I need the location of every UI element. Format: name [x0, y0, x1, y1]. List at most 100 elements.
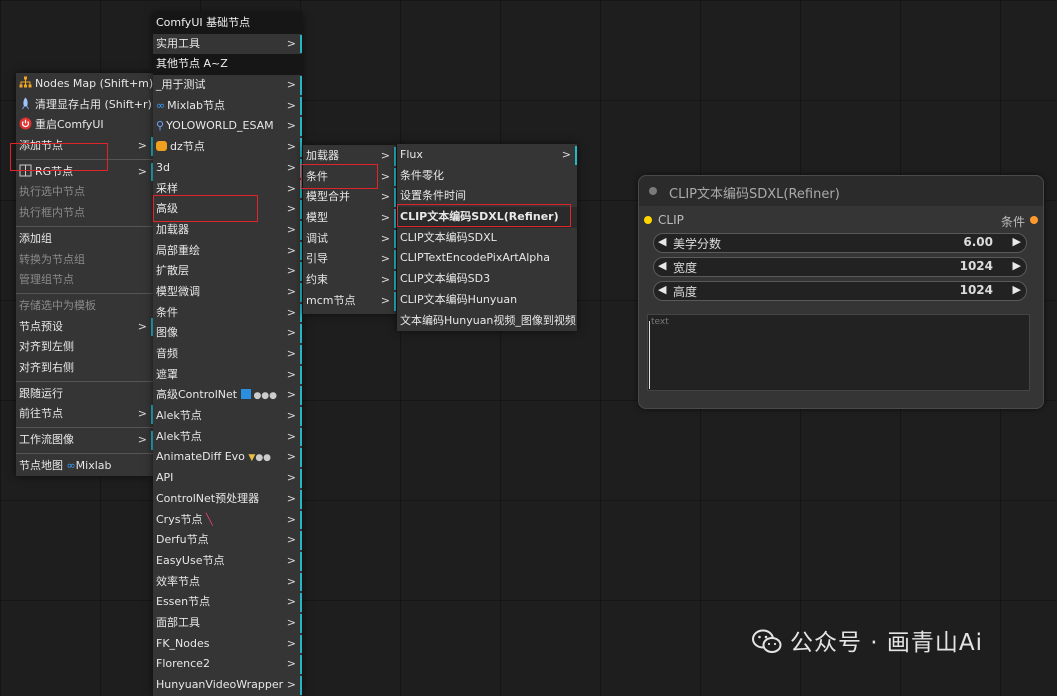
- nodes-map-item[interactable]: Nodes Map (Shift+m): [16, 74, 153, 95]
- height-widget[interactable]: ◀ 高度 1024 ▶: [653, 281, 1027, 301]
- category-item-3[interactable]: dz节点 >: [153, 137, 302, 158]
- category-item-10[interactable]: 模型微调 >: [153, 282, 302, 303]
- advanced-item-5[interactable]: 引导 >: [303, 249, 396, 270]
- align-right-label: 对齐到右侧: [19, 360, 74, 374]
- category-item-8[interactable]: 局部重绘 >: [153, 241, 302, 262]
- advanced-item-1[interactable]: 条件 >: [303, 167, 396, 188]
- conditioning-item-5[interactable]: CLIPTextEncodePixArtAlpha: [397, 248, 577, 269]
- category-item-4[interactable]: 3d >: [153, 158, 302, 179]
- category-item-18[interactable]: AnimateDiff Evo ▼●● >: [153, 447, 302, 468]
- conditioning-item-6[interactable]: CLIP文本编码SD3: [397, 269, 577, 290]
- category-item-0[interactable]: _用于测试 >: [153, 75, 302, 96]
- category-label: 高级ControlNet: [156, 388, 238, 402]
- decrement-arrow-icon[interactable]: ◀: [658, 235, 666, 248]
- increment-arrow-icon[interactable]: ▶: [1013, 235, 1021, 248]
- chevron-right-icon: >: [286, 533, 296, 547]
- goto-node-item[interactable]: 前往节点 >: [16, 404, 153, 425]
- category-item-21[interactable]: Crys节点 ╲ >: [153, 510, 302, 531]
- category-item-19[interactable]: API >: [153, 468, 302, 489]
- separator: [16, 427, 153, 428]
- advanced-item-2[interactable]: 模型合并 >: [303, 187, 396, 208]
- node-title-bar[interactable]: CLIP文本编码SDXL(Refiner): [639, 176, 1043, 206]
- increment-arrow-icon[interactable]: ▶: [1013, 259, 1021, 272]
- exec-in-frame-label: 执行框内节点: [19, 206, 85, 220]
- width-widget[interactable]: ◀ 宽度 1024 ▶: [653, 257, 1027, 277]
- conditioning-output-slot-icon[interactable]: [1030, 216, 1038, 224]
- rg-node-item[interactable]: RG节点 >: [16, 162, 153, 183]
- category-item-5[interactable]: 采样 >: [153, 179, 302, 200]
- conditioning-item-3[interactable]: CLIP文本编码SDXL(Refiner): [397, 207, 577, 228]
- exec-selected-item[interactable]: 执行选中节点: [16, 182, 153, 203]
- category-item-11[interactable]: 条件 >: [153, 303, 302, 324]
- chevron-right-icon: >: [380, 293, 390, 307]
- increment-arrow-icon[interactable]: ▶: [1013, 283, 1021, 296]
- conditioning-item-7[interactable]: CLIP文本编码Hunyuan: [397, 290, 577, 311]
- save-template-item[interactable]: 存储选中为模板: [16, 296, 153, 317]
- category-item-7[interactable]: 加载器 >: [153, 220, 302, 241]
- advanced-item-7[interactable]: mcm节点 >: [303, 291, 396, 312]
- convert-group-item[interactable]: 转换为节点组: [16, 250, 153, 271]
- category-list: _用于测试 > ∞ Mixlab节点 > ⚲ YOLOWORLD_ESAM > dz节点 >3d >…: [153, 75, 302, 696]
- category-item-29[interactable]: HunyuanVideoWrapper >: [153, 675, 302, 696]
- menu-item-tools[interactable]: 实用工具 >: [153, 34, 302, 55]
- category-item-17[interactable]: Alek节点 >: [153, 427, 302, 448]
- add-node-item[interactable]: 添加节点 >: [16, 136, 153, 157]
- category-item-1[interactable]: ∞ Mixlab节点 >: [153, 96, 302, 117]
- category-item-12[interactable]: 图像 >: [153, 323, 302, 344]
- exec-selected-label: 执行选中节点: [19, 185, 85, 199]
- align-left-item[interactable]: 对齐到左侧: [16, 337, 153, 358]
- category-item-2[interactable]: ⚲ YOLOWORLD_ESAM >: [153, 116, 302, 137]
- clip-text-encode-refiner-node[interactable]: CLIP文本编码SDXL(Refiner) CLIP 条件 ◀ 美学分数 6.0…: [638, 175, 1044, 409]
- manage-group-item[interactable]: 管理组节点: [16, 270, 153, 291]
- conditioning-item-2[interactable]: 设置条件时间: [397, 186, 577, 207]
- align-right-item[interactable]: 对齐到右侧: [16, 358, 153, 379]
- decrement-arrow-icon[interactable]: ◀: [658, 283, 666, 296]
- category-label: Alek节点: [156, 409, 202, 423]
- category-item-27[interactable]: FK_Nodes >: [153, 634, 302, 655]
- collapse-dot-icon[interactable]: [649, 187, 657, 195]
- restart-comfyui-item[interactable]: 重启ComfyUI: [16, 115, 153, 136]
- category-item-25[interactable]: Essen节点 >: [153, 592, 302, 613]
- category-item-22[interactable]: Derfu节点 >: [153, 530, 302, 551]
- add-group-item[interactable]: 添加组: [16, 229, 153, 250]
- category-item-20[interactable]: ControlNet预处理器 >: [153, 489, 302, 510]
- category-item-14[interactable]: 遮罩 >: [153, 365, 302, 386]
- node-map-mixlab-item[interactable]: 节点地图 ∞Mixlab: [16, 456, 153, 477]
- tools-label: 实用工具: [156, 36, 200, 50]
- advanced-item-3[interactable]: 模型 >: [303, 208, 396, 229]
- category-item-6[interactable]: 高级 >: [153, 199, 302, 220]
- category-item-28[interactable]: Florence2 >: [153, 654, 302, 675]
- advanced-item-4[interactable]: 调试 >: [303, 229, 396, 250]
- aesthetic-score-widget[interactable]: ◀ 美学分数 6.00 ▶: [653, 233, 1027, 253]
- node-category-menu: ComfyUI 基础节点 实用工具 > 其他节点 A~Z _用于测试 > ∞ Mixla…: [153, 13, 302, 696]
- watermark: 公众号 · 画青山Ai: [752, 623, 983, 657]
- category-item-9[interactable]: 扩散层 >: [153, 261, 302, 282]
- follow-run-item[interactable]: 跟随运行: [16, 384, 153, 405]
- category-item-26[interactable]: 面部工具 >: [153, 613, 302, 634]
- decrement-arrow-icon[interactable]: ◀: [658, 259, 666, 272]
- clear-vram-item[interactable]: 清理显存占用 (Shift+r): [16, 95, 153, 116]
- emoji-badges-icon: ●●: [255, 453, 272, 464]
- conditioning-item-0[interactable]: Flux >: [397, 145, 577, 166]
- workflow-image-item[interactable]: 工作流图像 >: [16, 430, 153, 451]
- node-preset-item[interactable]: 节点预设 >: [16, 317, 153, 338]
- exec-in-frame-item[interactable]: 执行框内节点: [16, 203, 153, 224]
- text-input[interactable]: text: [647, 314, 1030, 391]
- advanced-item-label: mcm节点: [306, 293, 356, 307]
- clip-input-slot-icon[interactable]: [644, 216, 652, 224]
- conditioning-item-1[interactable]: 条件零化: [397, 166, 577, 187]
- category-item-24[interactable]: 效率节点 >: [153, 572, 302, 593]
- category-label: 高级: [156, 202, 178, 216]
- category-item-23[interactable]: EasyUse节点 >: [153, 551, 302, 572]
- conditioning-item-8[interactable]: 文本编码Hunyuan视频_图像到视频: [397, 311, 577, 332]
- advanced-item-0[interactable]: 加载器 >: [303, 146, 396, 167]
- category-item-13[interactable]: 音频 >: [153, 344, 302, 365]
- conditioning-item-4[interactable]: CLIP文本编码SDXL: [397, 228, 577, 249]
- conditioning-item-label: CLIP文本编码SDXL(Refiner): [400, 210, 559, 224]
- category-item-16[interactable]: Alek节点 >: [153, 406, 302, 427]
- chevron-right-icon: >: [380, 169, 390, 183]
- category-item-15[interactable]: 高级ControlNet ●●● >: [153, 385, 302, 406]
- advanced-item-6[interactable]: 约束 >: [303, 270, 396, 291]
- infinity-icon: ∞: [156, 98, 166, 112]
- widget-value: 6.00: [963, 235, 993, 249]
